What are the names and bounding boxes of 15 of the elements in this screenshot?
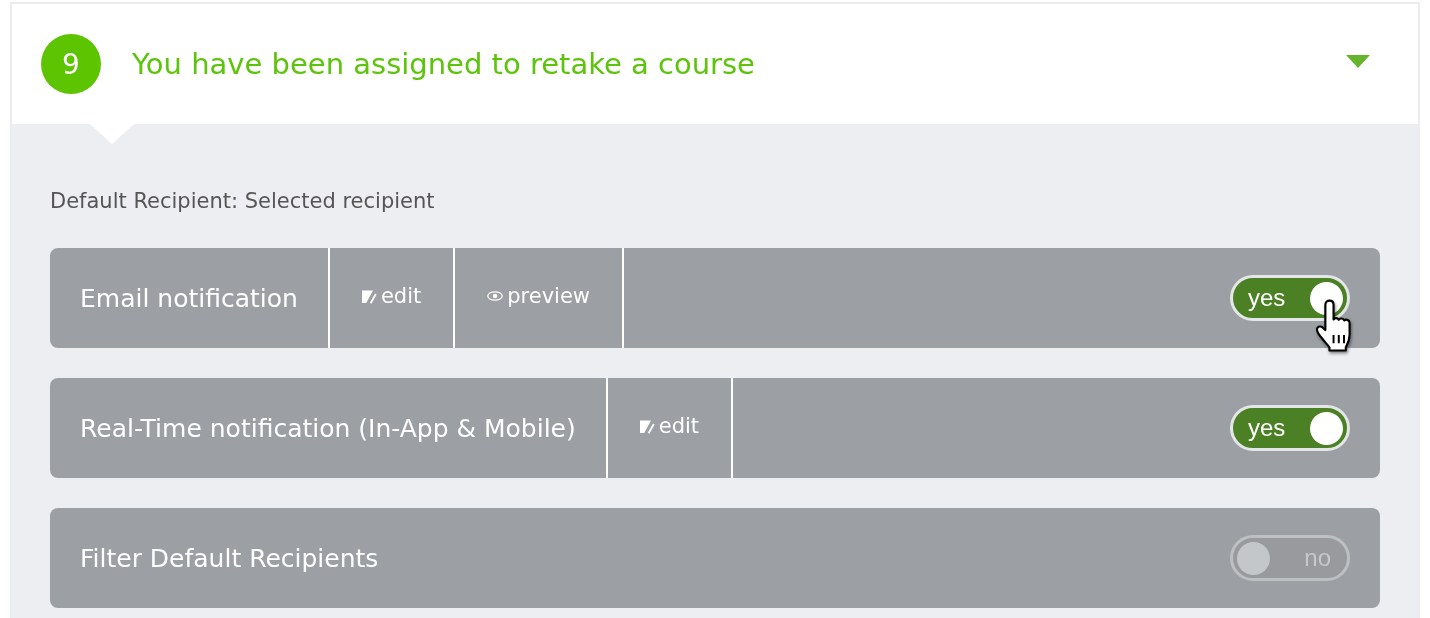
- default-recipient-text: Default Recipient: Selected recipient: [50, 189, 435, 213]
- setting-label: Real-Time notification (In-App & Mobile): [80, 413, 576, 443]
- caret-icon[interactable]: [1346, 54, 1370, 68]
- section-title: You have been assigned to retake a course: [132, 47, 756, 81]
- edit-button[interactable]: edit: [605, 378, 734, 478]
- setting-label: Filter Default Recipients: [80, 543, 379, 573]
- edit-button[interactable]: edit: [327, 248, 454, 348]
- setting-label: Email notification: [80, 283, 298, 313]
- eye-icon: [487, 291, 504, 301]
- edit-icon: [361, 288, 377, 304]
- toggle-switch[interactable]: yes: [1230, 275, 1350, 321]
- preview-button[interactable]: preview: [453, 248, 624, 348]
- toggle-switch[interactable]: yes: [1230, 405, 1350, 451]
- edit-icon: [639, 418, 655, 434]
- step-number: 9: [41, 34, 101, 94]
